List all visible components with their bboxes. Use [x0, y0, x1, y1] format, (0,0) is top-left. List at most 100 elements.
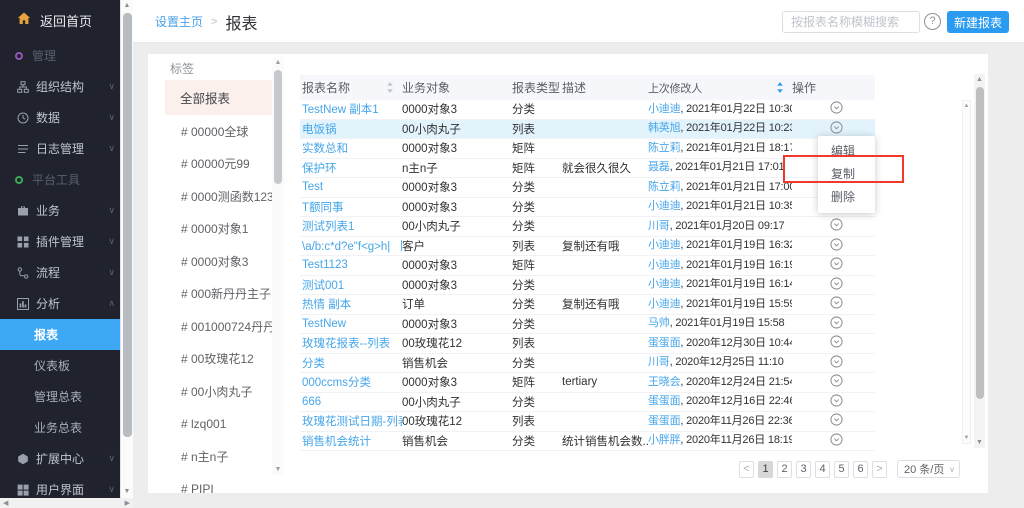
next-page-button[interactable]: > — [872, 461, 887, 478]
modifier-link[interactable]: 陈立莉 — [648, 142, 680, 154]
modifier-link[interactable]: 蛋蛋面 — [648, 415, 680, 427]
table-row[interactable]: T额同事0000对象3分类小迪迪, 2021年01月21日 10:35 — [300, 198, 875, 218]
tag-item[interactable]: # 0000测函数123 — [165, 180, 273, 213]
page-button-1[interactable]: 1 — [758, 461, 773, 478]
table-scrollbar[interactable]: ▲ ▼ — [962, 100, 971, 444]
sidebar-hscrollbar[interactable]: ◀ ▶ — [0, 498, 133, 508]
search-input[interactable] — [782, 11, 920, 33]
sidebar-item-business-summary[interactable]: 业务总表 — [0, 412, 120, 443]
row-actions-icon[interactable] — [830, 374, 843, 387]
menu-item-delete[interactable]: 删除 — [818, 186, 875, 209]
report-name-link[interactable]: 电饭锅 — [302, 121, 337, 137]
tags-scrollbar-thumb[interactable] — [274, 70, 282, 184]
modifier-link[interactable]: 蛋蛋面 — [648, 337, 680, 349]
modifier-link[interactable]: 小迪迪 — [648, 103, 680, 115]
report-name-link[interactable]: 玫瑰花测试日期-列表 — [302, 413, 402, 429]
sidebar-item-plugin-management[interactable]: 插件管理∨ — [0, 226, 120, 257]
new-report-button[interactable]: 新建报表 — [947, 11, 1009, 33]
page-button-4[interactable]: 4 — [815, 461, 830, 478]
report-name-link[interactable]: 玫瑰花报表--列表 — [302, 335, 390, 351]
modifier-link[interactable]: 陈立莉 — [648, 181, 680, 193]
content-scrollbar[interactable]: ▲ ▼ — [974, 74, 985, 448]
row-actions-icon[interactable] — [830, 238, 843, 251]
tags-scrollbar[interactable]: ▲ ▼ — [272, 57, 284, 475]
table-row[interactable]: 热情 副本订单分类复制还有哦小迪迪, 2021年01月19日 15:59 — [300, 295, 875, 315]
table-row[interactable]: TestNew0000对象3分类马帅, 2021年01月19日 15:58 — [300, 315, 875, 335]
tag-item[interactable]: # 00玫瑰花12 — [165, 343, 273, 376]
table-row[interactable]: 电饭锅00小肉丸子列表韩英旭, 2021年01月22日 10:23 — [300, 120, 875, 140]
sidebar-item-dashboard[interactable]: 仪表板 — [0, 350, 120, 381]
row-actions-icon[interactable] — [830, 433, 843, 446]
tag-item-all-reports[interactable]: 全部报表 — [165, 80, 273, 115]
modifier-link[interactable]: 川哥 — [648, 220, 670, 232]
scroll-down-icon[interactable]: ▼ — [974, 437, 985, 448]
sidebar-item-reports[interactable]: 报表 — [0, 319, 120, 350]
table-row[interactable]: TestNew 副本10000对象3分类小迪迪, 2021年01月22日 10:… — [300, 100, 875, 120]
modifier-link[interactable]: 蛋蛋面 — [648, 395, 680, 407]
table-row[interactable]: 000ccms分类0000对象3矩阵tertiary王晓会, 2020年12月2… — [300, 373, 875, 393]
scroll-right-icon[interactable]: ▶ — [125, 499, 130, 507]
table-row[interactable]: \a/b:c*d?e"f<g>h| 【...客户列表复制还有哦小迪迪, 2021… — [300, 237, 875, 257]
table-row[interactable]: 销售机会统计销售机会分类统计销售机会数...小胖胖, 2020年11月26日 1… — [300, 432, 875, 452]
breadcrumb-home-link[interactable]: 设置主页 — [155, 13, 203, 30]
row-actions-icon[interactable] — [830, 394, 843, 407]
scroll-up-icon[interactable]: ▲ — [272, 57, 284, 68]
page-button-5[interactable]: 5 — [834, 461, 849, 478]
row-actions-icon[interactable] — [830, 296, 843, 309]
sidebar-item-home[interactable]: 返回首页 — [0, 0, 120, 40]
modifier-link[interactable]: 小迪迪 — [648, 278, 680, 290]
report-name-link[interactable]: T额同事 — [302, 199, 344, 215]
sidebar-item-org-structure[interactable]: 组织结构∨ — [0, 71, 120, 102]
page-size-select[interactable]: 20 条/页 ∨ — [897, 460, 960, 478]
table-row[interactable]: Test11230000对象3矩阵小迪迪, 2021年01月19日 16:19 — [300, 256, 875, 276]
report-name-link[interactable]: 000ccms分类 — [302, 374, 371, 390]
row-actions-icon[interactable] — [830, 218, 843, 231]
modifier-link[interactable]: 小胖胖 — [648, 434, 680, 446]
tag-item[interactable]: # 00小肉丸子 — [165, 375, 273, 408]
sidebar-item-platform-tools[interactable]: 平台工具 — [0, 164, 120, 195]
report-name-link[interactable]: 保护环 — [302, 160, 337, 176]
row-actions-icon[interactable] — [830, 355, 843, 368]
row-actions-icon[interactable] — [830, 413, 843, 426]
report-name-link[interactable]: \a/b:c*d?e"f<g>h| 【... — [302, 238, 402, 254]
help-icon[interactable]: ? — [924, 13, 941, 30]
page-button-6[interactable]: 6 — [853, 461, 868, 478]
sidebar-item-extension-center[interactable]: 扩展中心∨ — [0, 443, 120, 474]
sidebar-item-analysis[interactable]: 分析∧ — [0, 288, 120, 319]
content-scrollbar-thumb[interactable] — [976, 87, 984, 399]
modifier-link[interactable]: 聂磊 — [648, 161, 670, 173]
modifier-link[interactable]: 韩英旭 — [648, 122, 680, 134]
row-actions-icon[interactable] — [830, 101, 843, 114]
page-button-3[interactable]: 3 — [796, 461, 811, 478]
report-name-link[interactable]: TestNew 副本1 — [302, 101, 379, 117]
table-row[interactable]: 测试0010000对象3分类小迪迪, 2021年01月19日 16:14 — [300, 276, 875, 296]
sort-icon-active[interactable] — [776, 81, 784, 94]
row-actions-icon[interactable] — [830, 121, 843, 134]
scroll-left-icon[interactable]: ◀ — [3, 499, 8, 507]
modifier-link[interactable]: 王晓会 — [648, 376, 680, 388]
modifier-link[interactable]: 小迪迪 — [648, 259, 680, 271]
report-name-link[interactable]: 实数总和 — [302, 140, 348, 156]
sidebar-item-business[interactable]: 业务∨ — [0, 195, 120, 226]
scroll-down-icon[interactable]: ▼ — [121, 486, 133, 498]
scroll-down-icon[interactable]: ▼ — [963, 433, 970, 443]
scroll-up-icon[interactable]: ▲ — [121, 0, 133, 12]
sidebar-scrollbar[interactable]: ▲ ▼ — [120, 0, 133, 498]
table-row[interactable]: 玫瑰花测试日期-列表00玫瑰花12列表蛋蛋面, 2020年11月26日 22:3… — [300, 412, 875, 432]
row-actions-icon[interactable] — [830, 257, 843, 270]
scroll-up-icon[interactable]: ▲ — [974, 74, 985, 85]
row-actions-icon[interactable] — [830, 316, 843, 329]
report-name-link[interactable]: TestNew — [302, 318, 346, 330]
report-name-link[interactable]: 测试001 — [302, 277, 344, 293]
report-name-link[interactable]: 销售机会统计 — [302, 433, 371, 449]
modifier-link[interactable]: 小迪迪 — [648, 239, 680, 251]
tag-item[interactable]: # n主n子 — [165, 440, 273, 473]
table-row[interactable]: 66600小肉丸子分类蛋蛋面, 2020年12月16日 22:46 — [300, 393, 875, 413]
tag-item[interactable]: # 0000对象1 — [165, 213, 273, 246]
tag-item[interactable]: # lzq001 — [165, 408, 273, 441]
scroll-down-icon[interactable]: ▼ — [272, 464, 284, 475]
scroll-up-icon[interactable]: ▲ — [963, 101, 970, 111]
tag-item[interactable]: # 000新丹丹主子 — [165, 278, 273, 311]
tag-item[interactable]: # 00000元99 — [165, 148, 273, 181]
sidebar-scrollbar-thumb[interactable] — [123, 13, 132, 437]
